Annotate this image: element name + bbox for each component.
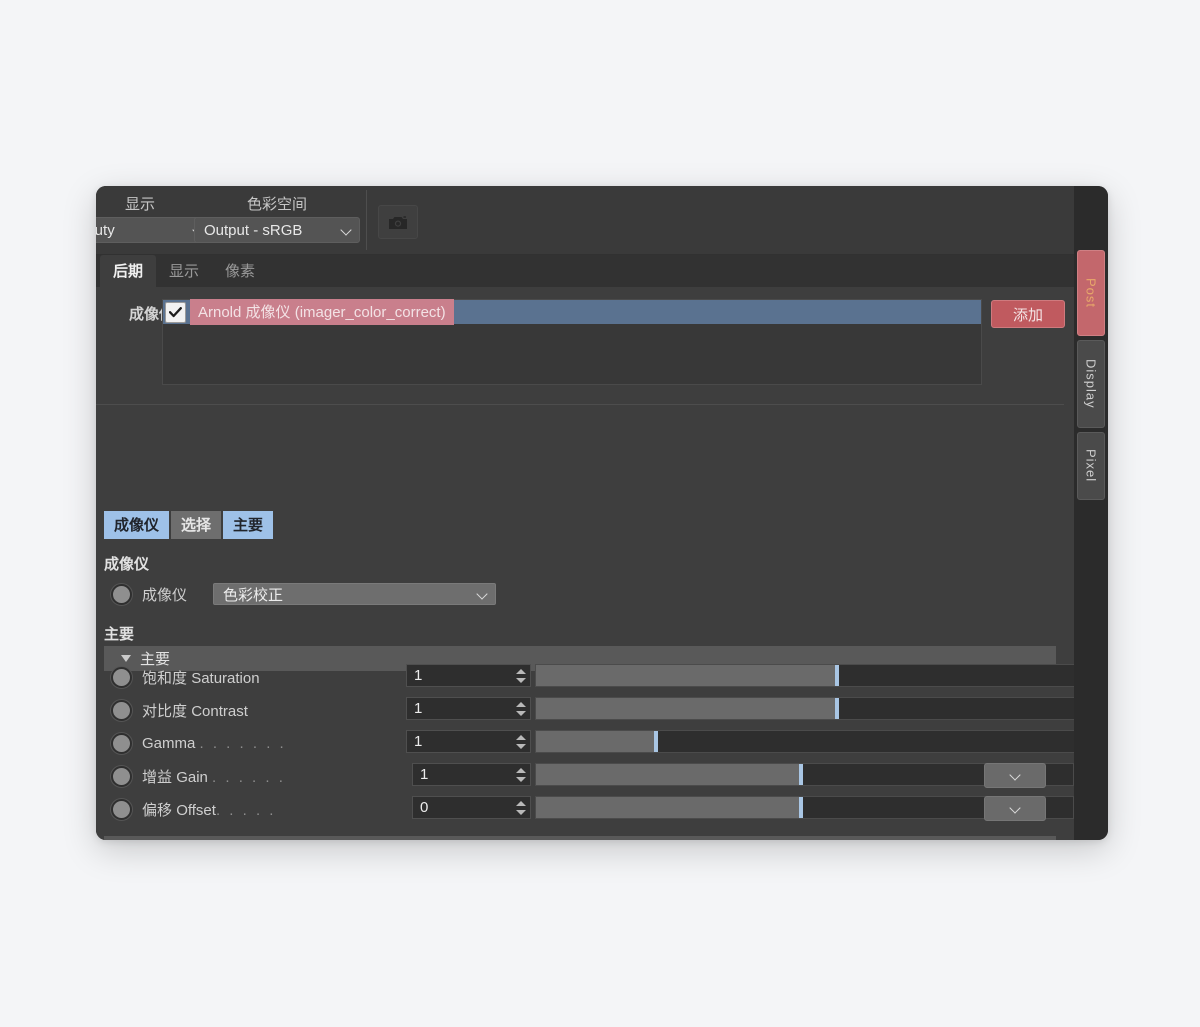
display-dropdown-value: eauty	[96, 221, 115, 239]
contrast-value: 1	[414, 700, 423, 717]
saturation-label: 饱和度 Saturation	[142, 669, 260, 687]
post-tab-content: 成像仪 Arnold 成像仪 (imager_color_correct) 添加	[96, 287, 1074, 840]
saturation-value-field[interactable]: 1	[406, 664, 531, 687]
saturation-slider[interactable]	[535, 664, 1074, 687]
imager-type-row: 成像仪 色彩校正	[96, 581, 1064, 607]
gain-label: 增益 Gain . . . . . .	[142, 768, 286, 786]
snapshot-button[interactable]	[378, 205, 418, 239]
offset-label: 偏移 Offset. . . . .	[142, 801, 276, 819]
offset-slider-fill	[536, 797, 800, 818]
colorspace-label: 色彩空间	[246, 196, 307, 213]
camera-icon	[389, 215, 407, 229]
crumb-main[interactable]: 主要	[223, 511, 274, 539]
imager-type-combo-value: 色彩校正	[223, 586, 284, 604]
vtab-pixel-label: Pixel	[1083, 449, 1099, 483]
colorspace-dropdown[interactable]: Output - sRGB	[194, 217, 360, 243]
saturation-slider-handle[interactable]	[835, 665, 840, 686]
vtab-post-label: Post	[1083, 277, 1099, 308]
crumb-imager[interactable]: 成像仪	[104, 511, 170, 539]
contrast-indicator[interactable]	[111, 699, 132, 721]
top-toolbar: 显示 eauty 色彩空间 Output - sRGB	[96, 186, 1074, 255]
imager-list-block: 成像仪 Arnold 成像仪 (imager_color_correct) 添加	[96, 287, 1074, 385]
imager-item-label: Arnold 成像仪 (imager_color_correct)	[190, 299, 454, 325]
window-body: 显示 eauty 色彩空间 Output - sRGB	[96, 186, 1074, 840]
colorspace-dropdown-value: Output - sRGB	[204, 221, 303, 239]
offset-indicator[interactable]	[111, 798, 132, 820]
gain-dropdown-button[interactable]	[984, 763, 1046, 788]
colorspace-group: 色彩空间 Output - sRGB	[194, 186, 360, 243]
contrast-slider[interactable]	[535, 697, 1074, 720]
section-divider	[96, 404, 1064, 405]
gamma-slider[interactable]	[535, 730, 1074, 753]
imager-enabled-checkbox[interactable]	[165, 301, 186, 323]
list-item[interactable]: Arnold 成像仪 (imager_color_correct)	[163, 299, 981, 325]
contrast-label: 对比度 Contrast	[142, 702, 248, 720]
tab-display[interactable]: 显示	[156, 255, 212, 287]
tab-post[interactable]: 后期	[100, 255, 157, 287]
imager-listbox[interactable]: Arnold 成像仪 (imager_color_correct)	[162, 299, 982, 385]
toolbar-divider	[366, 190, 367, 250]
saturation-slider-fill	[536, 665, 836, 686]
gain-value: 1	[420, 766, 429, 783]
section-shadows[interactable]: 阴影 Shadows	[104, 836, 1056, 840]
chevron-down-icon	[1010, 770, 1021, 781]
breadcrumb: 成像仪 选择 主要	[104, 511, 274, 539]
stepper-icon[interactable]	[516, 734, 526, 750]
gain-indicator[interactable]	[111, 765, 132, 787]
stepper-icon[interactable]	[516, 800, 526, 816]
vtab-post[interactable]: Post	[1077, 250, 1105, 336]
tab-pixel[interactable]: 像素	[212, 255, 268, 287]
chevron-down-icon	[477, 589, 488, 600]
offset-slider-handle[interactable]	[799, 797, 804, 818]
stepper-icon[interactable]	[516, 767, 526, 783]
stepper-icon[interactable]	[516, 701, 526, 717]
gamma-label: Gamma . . . . . . .	[142, 734, 287, 752]
gamma-value-field[interactable]: 1	[406, 730, 531, 753]
gamma-slider-fill	[536, 731, 654, 752]
offset-value: 0	[420, 799, 429, 816]
add-imager-button[interactable]: 添加	[991, 300, 1065, 328]
gamma-slider-handle[interactable]	[653, 731, 658, 752]
vtab-pixel[interactable]: Pixel	[1077, 432, 1105, 500]
gain-slider-fill	[536, 764, 800, 785]
triangle-down-icon	[121, 655, 131, 662]
imager-type-label: 成像仪	[142, 586, 188, 604]
offset-value-field[interactable]: 0	[412, 796, 531, 819]
render-view-window: 显示 eauty 色彩空间 Output - sRGB	[96, 186, 1108, 840]
contrast-slider-fill	[536, 698, 836, 719]
offset-dropdown-button[interactable]	[984, 796, 1046, 821]
vtab-display[interactable]: Display	[1077, 340, 1105, 428]
main-section-title: 主要	[104, 626, 135, 643]
gain-value-field[interactable]: 1	[412, 763, 531, 786]
imager-type-indicator[interactable]	[111, 583, 132, 605]
contrast-slider-handle[interactable]	[835, 698, 840, 719]
saturation-indicator[interactable]	[111, 666, 132, 688]
saturation-value: 1	[414, 667, 423, 684]
chevron-down-icon	[1010, 803, 1021, 814]
check-icon	[169, 306, 182, 317]
main-tabstrip: 后期 显示 像素	[96, 255, 1074, 287]
right-tab-rail: Post Display Pixel	[1074, 186, 1108, 840]
chevron-down-icon	[341, 225, 352, 236]
gain-slider-handle[interactable]	[799, 764, 804, 785]
section-shadows-label: 阴影 Shadows	[137, 838, 233, 840]
crumb-select[interactable]: 选择	[171, 511, 222, 539]
vtab-display-label: Display	[1083, 359, 1099, 409]
gamma-indicator[interactable]	[111, 732, 132, 754]
contrast-value-field[interactable]: 1	[406, 697, 531, 720]
stepper-icon[interactable]	[516, 668, 526, 684]
imager-section-title: 成像仪	[104, 556, 150, 573]
imager-type-combo[interactable]: 色彩校正	[213, 583, 496, 605]
gamma-value: 1	[414, 733, 423, 750]
